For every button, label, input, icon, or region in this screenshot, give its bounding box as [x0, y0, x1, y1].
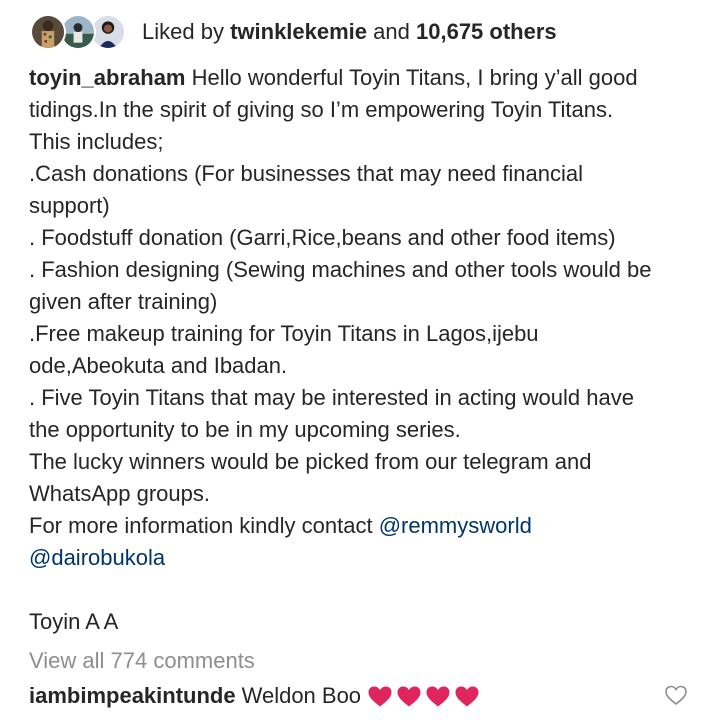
caption-line: toyin_abraham Hello wonderful Toyin Tita…	[29, 62, 699, 94]
caption-text: For more information kindly contact	[29, 513, 373, 538]
mention-link-dairobukola[interactable]: @dairobukola	[29, 545, 165, 570]
caption-line: . Foodstuff donation (Garri,Rice,beans a…	[29, 225, 616, 250]
avatar[interactable]	[30, 14, 66, 50]
comment-text: Weldon Boo	[241, 683, 362, 708]
caption-line: @dairobukola	[29, 542, 699, 574]
liker-username-link[interactable]: twinklekemie	[230, 19, 367, 44]
caption-line: .Cash donations (For businesses that may…	[29, 161, 583, 186]
likes-summary: Liked by twinklekemie and 10,675 others	[142, 19, 557, 45]
comment-username-link[interactable]: iambimpeakintunde	[29, 683, 236, 709]
view-all-comments-link[interactable]: View all 774 comments	[29, 645, 255, 677]
caption-line: The lucky winners would be picked from o…	[29, 449, 592, 474]
caption-line: For more information kindly contact @rem…	[29, 510, 699, 542]
likes-row[interactable]: Liked by twinklekemie and 10,675 others	[30, 10, 557, 54]
red-heart-emoji-icon	[397, 686, 421, 707]
caption-line: ode,Abeokuta and Ibadan.	[29, 353, 288, 378]
caption-username-link[interactable]: toyin_abraham	[29, 65, 186, 90]
caption-line: .Free makeup training for Toyin Titans i…	[29, 321, 539, 346]
caption-line: support)	[29, 193, 110, 218]
red-heart-emoji-icon	[426, 686, 450, 707]
likes-prefix: Liked by	[142, 19, 224, 44]
caption-line: the opportunity to be in my upcoming ser…	[29, 417, 461, 442]
likes-count-link[interactable]: 10,675 others	[416, 19, 557, 44]
caption-line: tidings.In the spirit of giving so I’m e…	[29, 97, 614, 122]
liker-avatars[interactable]	[30, 12, 130, 52]
post-caption: toyin_abraham Hello wonderful Toyin Tita…	[29, 62, 699, 638]
caption-line: . Five Toyin Titans that may be interest…	[29, 385, 634, 410]
caption-line: . Fashion designing (Sewing machines and…	[29, 257, 652, 282]
heart-outline-icon[interactable]	[664, 683, 688, 707]
caption-signoff: Toyin A A	[29, 609, 119, 634]
caption-line: given after training)	[29, 289, 218, 314]
likes-and: and	[373, 19, 410, 44]
caption-text: Hello wonderful Toyin Titans, I bring y’…	[191, 65, 638, 90]
caption-line: This includes;	[29, 129, 164, 154]
caption-line: WhatsApp groups.	[29, 481, 210, 506]
red-heart-emoji-icon	[368, 686, 392, 707]
comment-row: iambimpeakintunde Weldon Boo	[29, 680, 694, 712]
heart-emoji-group	[367, 684, 483, 708]
red-heart-emoji-icon	[455, 686, 479, 707]
mention-link-remmysworld[interactable]: @remmysworld	[379, 513, 532, 538]
